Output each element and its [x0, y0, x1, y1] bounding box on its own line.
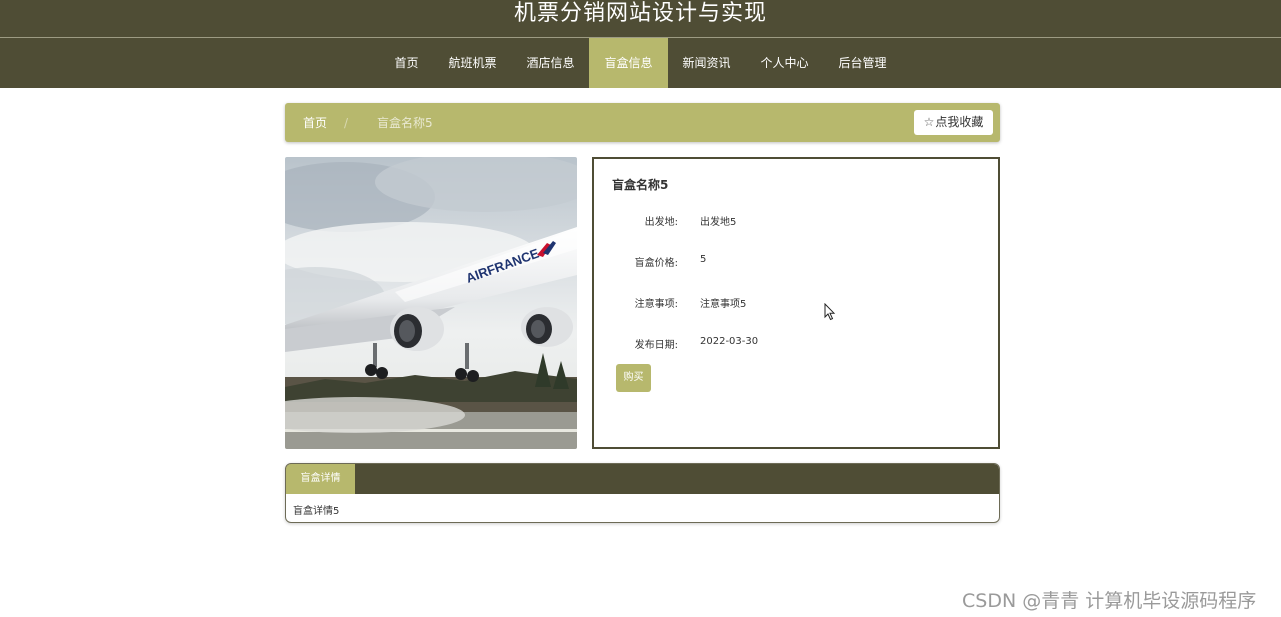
field-label: 发布日期: — [634, 340, 678, 351]
product-title: 盲盒名称5 — [612, 178, 669, 192]
field-value: 出发地5 — [700, 217, 737, 228]
favorite-button[interactable]: ☆点我收藏 — [914, 110, 993, 135]
field-departure: 出发地: 出发地5 — [594, 213, 974, 229]
field-label: 出发地: — [644, 217, 678, 228]
breadcrumb-home[interactable]: 首页 — [303, 103, 327, 143]
detail-tab-bar: 盲盒详情 — [286, 464, 999, 494]
nav-item-profile[interactable]: 个人中心 — [746, 38, 824, 88]
nav-item-hotels[interactable]: 酒店信息 — [511, 38, 589, 88]
site-title: 机票分销网站设计与实现 — [513, 1, 767, 26]
field-label: 注意事项: — [634, 299, 678, 310]
nav-item-news[interactable]: 新闻资讯 — [668, 38, 746, 88]
site-header: 机票分销网站设计与实现 首页 航班机票 酒店信息 盲盒信息 新闻资讯 个人中心 … — [0, 0, 1281, 88]
nav-item-home[interactable]: 首页 — [379, 38, 433, 88]
tab-blindbox-detail[interactable]: 盲盒详情 — [286, 464, 355, 494]
favorite-button-label: 点我收藏 — [935, 115, 984, 129]
main-nav: 首页 航班机票 酒店信息 盲盒信息 新闻资讯 个人中心 后台管理 — [0, 38, 1281, 88]
nav-item-flights[interactable]: 航班机票 — [433, 38, 511, 88]
field-value: 5 — [700, 254, 707, 265]
detail-content: 盲盒详情5 — [293, 506, 340, 517]
field-value: 2022-03-30 — [700, 336, 759, 347]
product-info-box: 盲盒名称5 出发地: 出发地5 盲盒价格: 5 注意事项: 注意事项5 发布日期… — [592, 157, 1000, 449]
breadcrumb-current: 盲盒名称5 — [377, 116, 433, 130]
field-value: 注意事项5 — [700, 299, 747, 310]
field-price: 盲盒价格: 5 — [594, 254, 974, 270]
mouse-cursor-icon — [824, 303, 836, 321]
airplane-photo: AIRFRANCE — [285, 157, 577, 449]
field-publish-date: 发布日期: 2022-03-30 — [594, 336, 974, 352]
watermark: CSDN @青青 计算机毕设源码程序 — [962, 590, 1257, 612]
nav-item-blindbox[interactable]: 盲盒信息 — [589, 38, 668, 88]
field-notes: 注意事项: 注意事项5 — [594, 295, 974, 311]
star-outline-icon: ☆ — [923, 115, 935, 129]
detail-panel: 盲盒详情 盲盒详情5 — [285, 463, 1000, 523]
breadcrumb: 首页 / 盲盒名称5 ☆点我收藏 — [285, 103, 1000, 142]
product-image: AIRFRANCE — [285, 157, 577, 449]
buy-button[interactable]: 购买 — [616, 364, 651, 392]
breadcrumb-separator: / — [344, 116, 349, 130]
field-label: 盲盒价格: — [634, 258, 678, 269]
nav-item-admin[interactable]: 后台管理 — [824, 38, 902, 88]
